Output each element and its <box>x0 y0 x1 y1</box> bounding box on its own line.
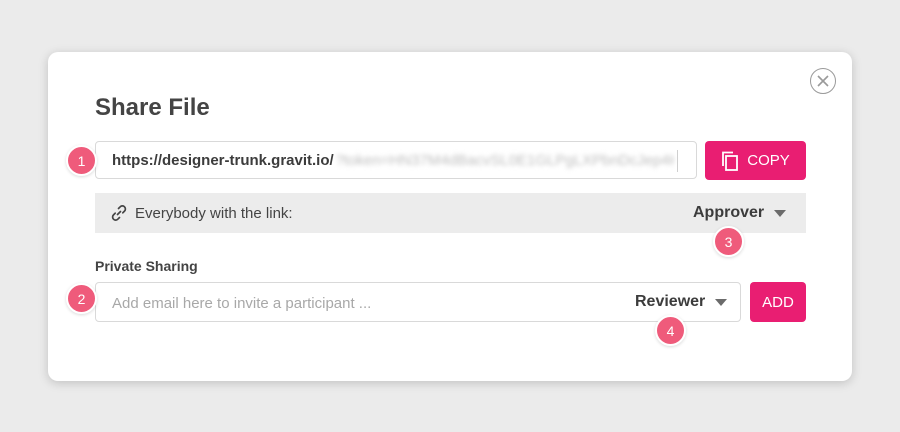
share-url-token: ?token=HN37M4dBacvSL0E1GLPgLXPbnDcJep4Kb <box>335 151 674 169</box>
add-button[interactable]: ADD <box>750 282 806 322</box>
public-link-label: Everybody with the link: <box>135 204 293 222</box>
private-sharing-heading: Private Sharing <box>95 258 198 274</box>
share-file-dialog: Share File https://designer-trunk.gravit… <box>48 52 852 381</box>
chevron-down-icon <box>715 298 728 306</box>
private-permission-value: Reviewer <box>635 293 706 310</box>
share-url-text: https://designer-trunk.gravit.io/ <box>112 151 334 169</box>
share-url-field[interactable]: https://designer-trunk.gravit.io/ ?token… <box>95 141 697 179</box>
annotation-badge-4: 4 <box>655 315 686 346</box>
chevron-down-icon <box>774 209 787 217</box>
close-icon <box>817 75 829 87</box>
dialog-title: Share File <box>95 94 210 121</box>
copy-icon <box>722 151 739 171</box>
annotation-badge-3: 3 <box>713 226 744 257</box>
invite-email-input[interactable] <box>112 293 612 313</box>
public-permission-dropdown[interactable]: Approver <box>693 204 787 222</box>
close-button[interactable] <box>810 68 836 94</box>
text-cursor <box>677 150 678 172</box>
public-link-row: Everybody with the link: Approver <box>95 193 806 233</box>
public-permission-value: Approver <box>693 204 765 221</box>
copy-button[interactable]: COPY <box>705 141 806 180</box>
annotation-badge-1: 1 <box>66 145 97 176</box>
copy-button-label: COPY <box>747 152 790 169</box>
link-icon <box>111 205 127 221</box>
annotation-badge-2: 2 <box>66 283 97 314</box>
invite-email-field: Reviewer <box>95 282 741 322</box>
private-permission-dropdown[interactable]: Reviewer <box>635 293 728 311</box>
